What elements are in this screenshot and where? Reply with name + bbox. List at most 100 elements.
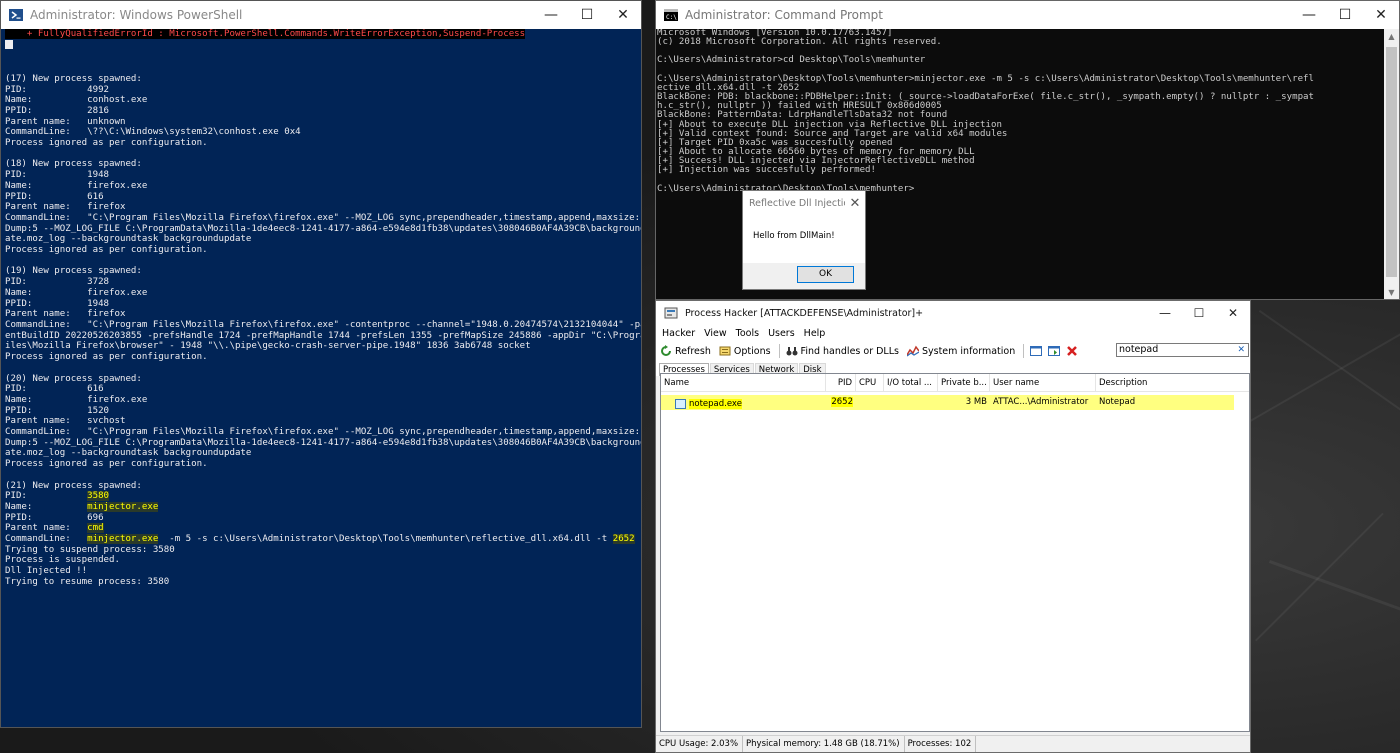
console-line: PPID: 2816 xyxy=(5,105,110,116)
console-line: (19) New process spawned: xyxy=(5,266,142,277)
parent-label: Parent name: xyxy=(5,523,88,534)
options-icon xyxy=(719,346,731,356)
maximize-button[interactable]: ☐ xyxy=(1327,1,1363,29)
cmd-titlebar[interactable]: C:\ Administrator: Command Prompt — ☐ ✕ xyxy=(656,1,1399,29)
scroll-thumb[interactable] xyxy=(1386,47,1397,277)
window-icon[interactable] xyxy=(1030,345,1043,357)
menu-hacker[interactable]: Hacker xyxy=(662,328,695,339)
close-button[interactable]: ✕ xyxy=(1216,301,1250,325)
ph-menubar: Hacker View Tools Users Help xyxy=(656,325,1250,341)
powershell-console[interactable]: + FullyQualifiedErrorId : Microsoft.Powe… xyxy=(1,29,641,727)
msgbox-message: Hello from DllMain! xyxy=(743,215,865,263)
console-line: Process ignored as per configuration. xyxy=(5,352,208,363)
column-private-bytes[interactable]: Private b... xyxy=(938,374,990,391)
status-memory: Physical memory: 1.48 GB (18.71%) xyxy=(743,736,905,752)
column-user-name[interactable]: User name xyxy=(990,374,1096,391)
powershell-titlebar[interactable]: Administrator: Windows PowerShell — ☐ ✕ xyxy=(1,1,641,29)
console-line: CommandLine: "C:\Program Files\Mozilla F… xyxy=(5,427,641,438)
process-hacker-icon xyxy=(664,307,678,319)
console-line: Parent name: firefox xyxy=(5,309,126,320)
close-button[interactable]: ✕ xyxy=(605,1,641,29)
graph-icon xyxy=(906,345,919,357)
find-handles-button[interactable]: Find handles or DLLs xyxy=(786,345,899,357)
cmd-scrollbar[interactable]: ▲ ▼ xyxy=(1384,29,1399,299)
console-line: ate.moz_log --backgroundtask backgroundu… xyxy=(5,448,252,459)
console-line: CommandLine: "C:\Program Files\Mozilla F… xyxy=(5,212,641,223)
console-line: iles\Mozilla Firefox\browser" - 1948 "\\… xyxy=(5,341,531,352)
console-line: (20) New process spawned: xyxy=(5,373,142,384)
ok-button[interactable]: OK xyxy=(797,266,854,283)
console-line: [+] Injection was succesfully performed! xyxy=(657,165,876,176)
ph-titlebar[interactable]: Process Hacker [ATTACKDEFENSE\Administra… xyxy=(656,301,1250,325)
cmd-icon: C:\ xyxy=(664,9,678,21)
console-line: PID: 1948 xyxy=(5,170,110,181)
console-line: (18) New process spawned: xyxy=(5,159,142,170)
options-button[interactable]: Options xyxy=(719,345,771,357)
cmdline-args: -m 5 -s c:\Users\Administrator\Desktop\T… xyxy=(158,534,613,545)
svg-text:C:\: C:\ xyxy=(666,14,677,21)
table-row[interactable]: notepad.exe 2652 3 MB ATTAC...\Administr… xyxy=(661,395,1234,410)
msgbox-close-button[interactable]: ✕ xyxy=(845,191,865,215)
column-cpu[interactable]: CPU xyxy=(856,374,884,391)
ppid-line: PPID: 696 xyxy=(5,512,104,523)
console-line: Dll Injected !! xyxy=(5,566,88,577)
minimize-button[interactable]: — xyxy=(1148,301,1182,325)
console-line: Process is suspended. xyxy=(5,555,120,566)
msgbox-title: Reflective Dll Injection xyxy=(749,197,845,209)
column-pid[interactable]: PID xyxy=(826,374,856,391)
console-line: Process ignored as per configuration. xyxy=(5,459,208,470)
scroll-up-icon[interactable]: ▲ xyxy=(1384,29,1399,45)
console-line: (c) 2018 Microsoft Corporation. All righ… xyxy=(657,37,942,48)
process-list[interactable]: Name PID CPU I/O total ... Private b... … xyxy=(660,373,1250,732)
msgbox-titlebar[interactable]: Reflective Dll Injection ✕ xyxy=(743,191,865,215)
column-io-total[interactable]: I/O total ... xyxy=(884,374,938,391)
maximize-button[interactable]: ☐ xyxy=(1182,301,1216,325)
menu-help[interactable]: Help xyxy=(804,328,826,339)
console-line: PPID: 1948 xyxy=(5,298,110,309)
console-line: Trying to suspend process: 3580 xyxy=(5,544,175,555)
menu-tools[interactable]: Tools xyxy=(736,328,759,339)
console-line: PID: 3728 xyxy=(5,277,110,288)
console-line: (21) New process spawned: xyxy=(5,480,142,491)
minimize-button[interactable]: — xyxy=(533,1,569,29)
console-line: PPID: 616 xyxy=(5,191,104,202)
ph-statusbar: CPU Usage: 2.03% Physical memory: 1.48 G… xyxy=(656,735,1250,752)
maximize-button[interactable]: ☐ xyxy=(569,1,605,29)
pid-label: PID: xyxy=(5,491,88,502)
console-line: Parent name: svchost xyxy=(5,416,126,427)
menu-view[interactable]: View xyxy=(704,328,727,339)
powershell-title: Administrator: Windows PowerShell xyxy=(30,8,243,22)
new-window-icon[interactable] xyxy=(1048,345,1061,357)
minimize-button[interactable]: — xyxy=(1291,1,1327,29)
scroll-down-icon[interactable]: ▼ xyxy=(1384,285,1399,299)
clear-search-icon[interactable]: ✕ xyxy=(1237,344,1245,356)
row-user-name: ATTAC...\Administrator xyxy=(993,397,1089,407)
message-box[interactable]: Reflective Dll Injection ✕ Hello from Dl… xyxy=(742,190,866,290)
column-name[interactable]: Name xyxy=(661,374,826,391)
parent-value: cmd xyxy=(87,523,104,534)
console-line: PID: 616 xyxy=(5,384,104,395)
console-line: Dump:5 --MOZ_LOG_FILE C:\ProgramData\Moz… xyxy=(5,223,641,234)
process-list-header: Name PID CPU I/O total ... Private b... … xyxy=(661,374,1249,392)
console-tail: Trying to suspend process: 3580 Process … xyxy=(5,545,175,587)
console-line: (17) New process spawned: xyxy=(5,73,142,84)
console-line: Dump:5 --MOZ_LOG_FILE C:\ProgramData\Moz… xyxy=(5,437,641,448)
console-line: PID: 4992 xyxy=(5,84,110,95)
process-hacker-window[interactable]: Process Hacker [ATTACKDEFENSE\Administra… xyxy=(655,300,1251,753)
refresh-button[interactable]: Refresh xyxy=(660,345,711,357)
column-description[interactable]: Description xyxy=(1096,374,1186,391)
terminate-icon[interactable] xyxy=(1066,345,1078,357)
refresh-icon xyxy=(661,345,671,356)
close-button[interactable]: ✕ xyxy=(1363,1,1399,29)
powershell-window[interactable]: Administrator: Windows PowerShell — ☐ ✕ … xyxy=(0,0,642,728)
error-line: + FullyQualifiedErrorId : Microsoft.Powe… xyxy=(5,29,526,39)
console-line: ate.moz_log --backgroundtask backgroundu… xyxy=(5,234,252,245)
search-input[interactable]: notepad ✕ xyxy=(1116,343,1249,357)
console-line: Name: firefox.exe xyxy=(5,287,148,298)
notepad-icon xyxy=(675,398,686,409)
row-name: notepad.exe xyxy=(689,398,742,409)
menu-users[interactable]: Users xyxy=(768,328,795,339)
system-information-button[interactable]: System information xyxy=(906,345,1015,357)
console-cursor xyxy=(5,39,13,49)
name-label: Name: xyxy=(5,501,88,512)
